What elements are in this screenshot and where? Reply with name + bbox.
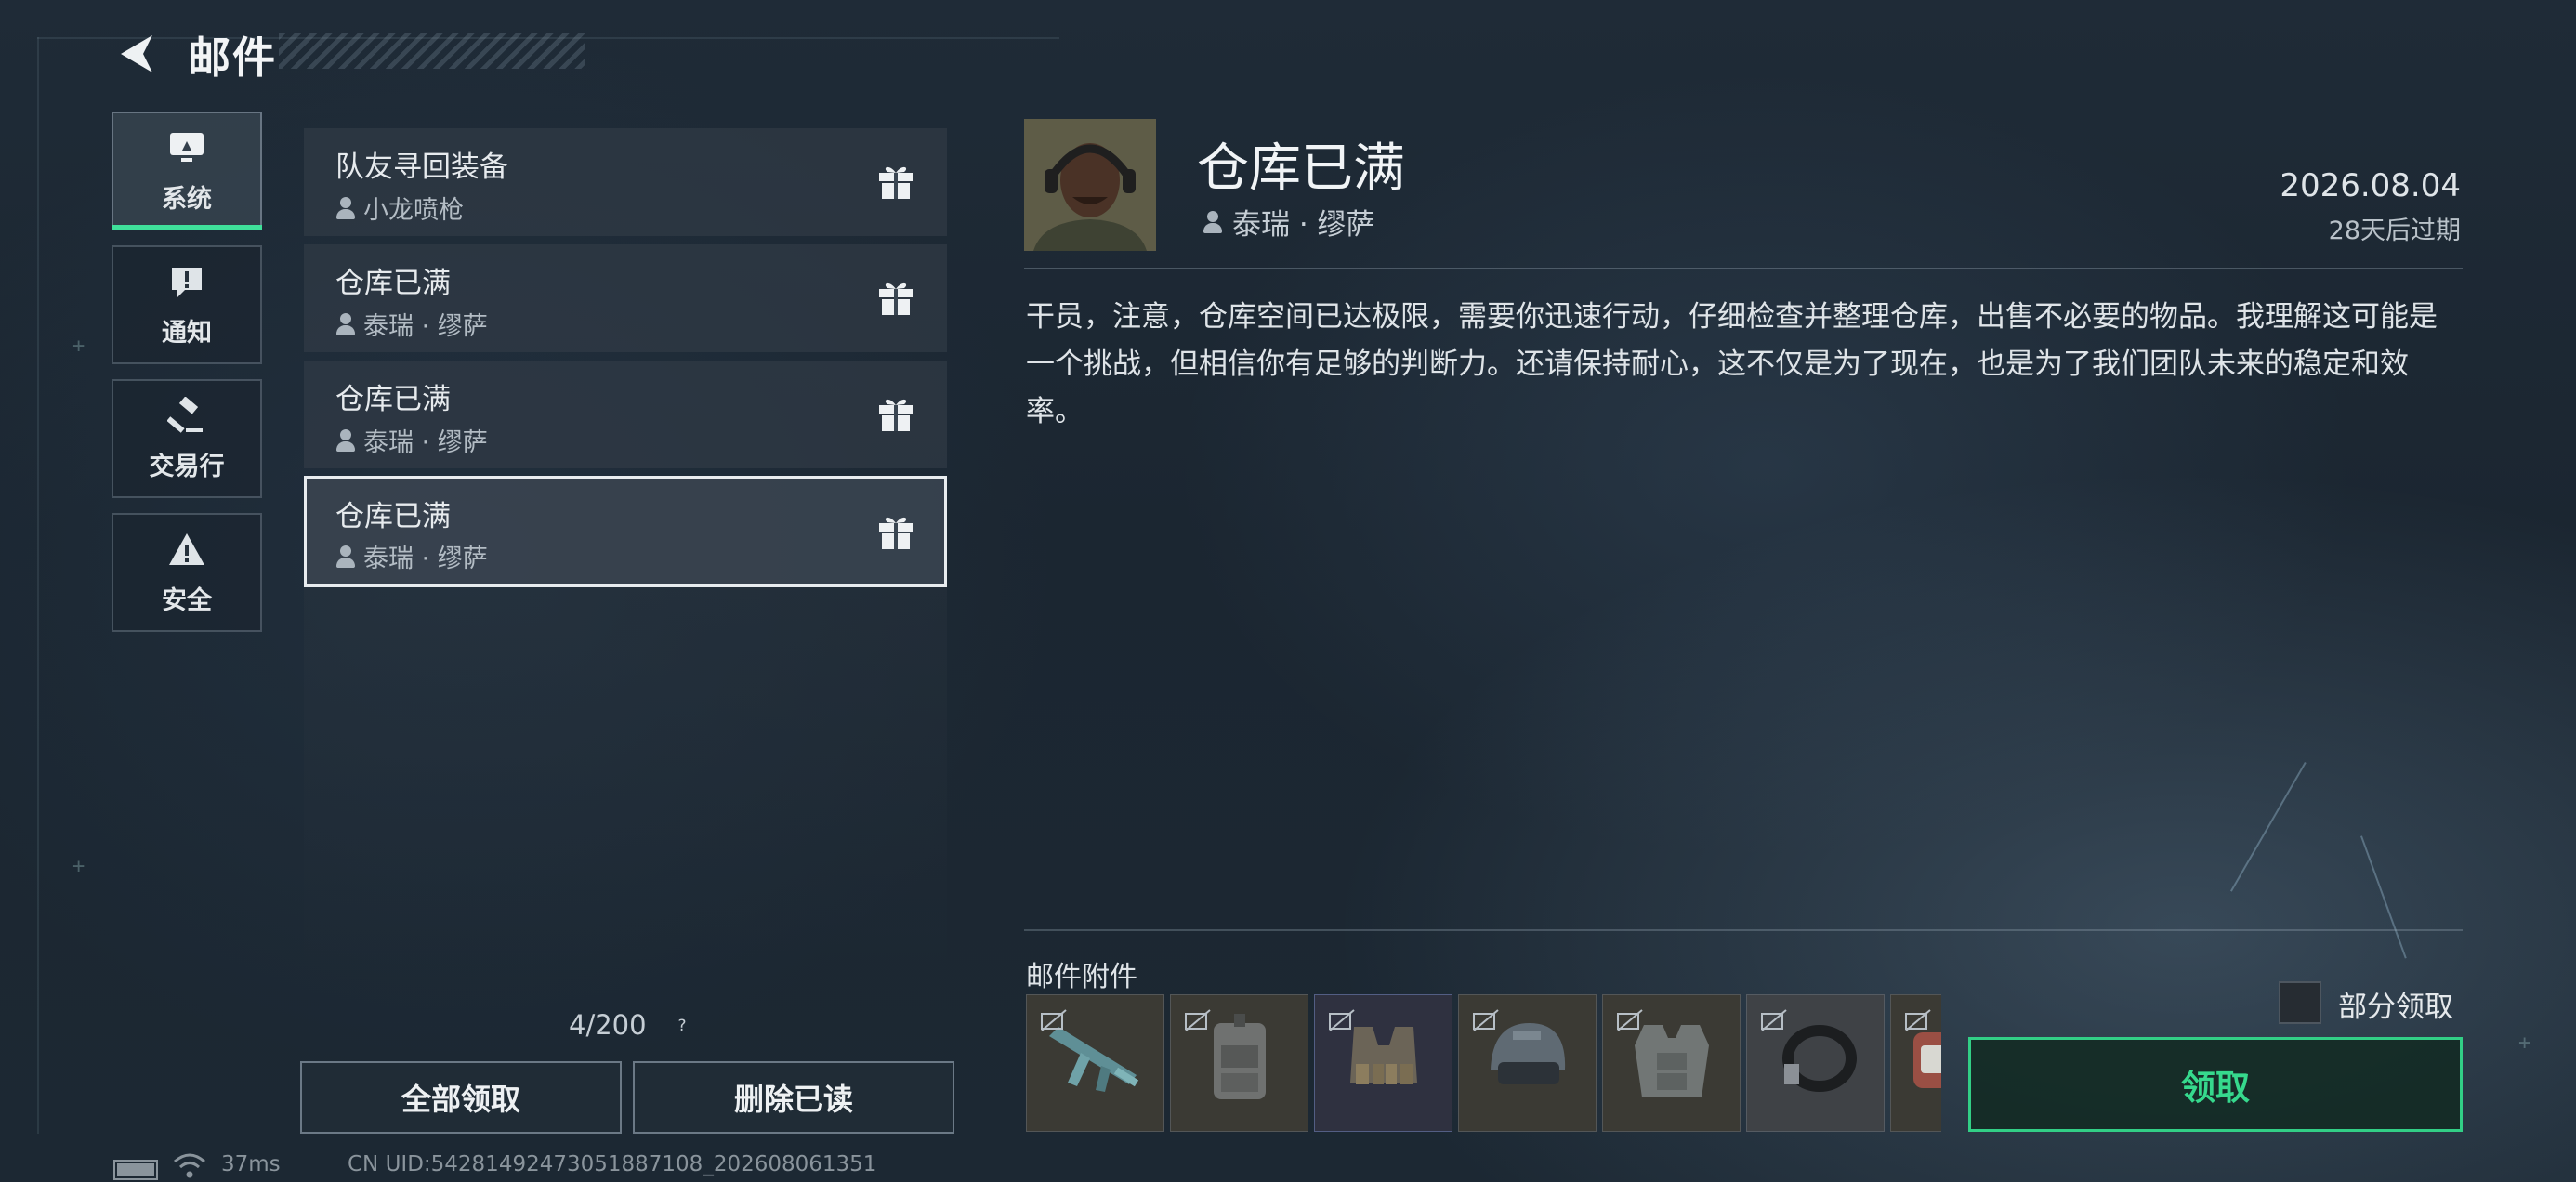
divider — [1024, 268, 2463, 269]
person-icon — [335, 428, 356, 452]
attachments-label: 邮件附件 — [1026, 961, 1137, 993]
back-arrow-icon — [121, 35, 152, 72]
no-trade-icon — [1473, 1009, 1499, 1031]
person-icon — [335, 545, 356, 568]
no-trade-icon — [1041, 1009, 1067, 1031]
title-hatch-decoration — [279, 33, 585, 69]
mail-count: 4/200 — [569, 1009, 647, 1041]
player-uid: CN UID:54281492473051887108_202608061351 — [348, 1152, 877, 1176]
person-icon — [335, 196, 356, 219]
person-icon — [335, 312, 356, 335]
tab-market[interactable]: 交易行 — [112, 379, 262, 498]
attachments-row — [1026, 994, 1941, 1134]
detail-title: 仓库已满 — [1197, 138, 1405, 199]
mail-list-item[interactable]: 队友寻回装备 小龙喷枪 — [304, 128, 947, 236]
tab-label: 安全 — [162, 585, 212, 615]
mail-list-item[interactable]: 仓库已满 泰瑞 · 缪萨 — [304, 361, 947, 468]
gift-icon — [879, 517, 913, 549]
gift-icon — [879, 282, 913, 315]
claim-button[interactable]: 领取 — [1968, 1037, 2463, 1132]
mail-list-empty-area — [304, 587, 947, 968]
attachment-item[interactable] — [1746, 994, 1885, 1132]
attachment-item[interactable] — [1314, 994, 1452, 1132]
detail-sender-name: 泰瑞 · 缪萨 — [1232, 208, 1375, 242]
page-title: 邮件 — [188, 33, 277, 83]
monitor-icon — [166, 128, 207, 169]
delete-read-button[interactable]: 删除已读 — [633, 1061, 954, 1134]
crosshair-decoration: + — [2518, 1031, 2531, 1055]
mail-list-item-selected[interactable]: 仓库已满 泰瑞 · 缪萨 — [304, 476, 947, 587]
help-icon[interactable]: ? — [671, 1015, 693, 1037]
gavel-icon — [166, 396, 207, 437]
no-trade-icon — [1329, 1009, 1355, 1031]
lightning-decoration — [2360, 835, 2407, 959]
tab-security[interactable]: 安全 — [112, 513, 262, 632]
mail-sender-name: 泰瑞 · 缪萨 — [363, 312, 488, 341]
lightning-decoration — [2230, 762, 2307, 892]
tab-notice[interactable]: 通知 — [112, 245, 262, 364]
battery-icon — [113, 1160, 158, 1180]
person-icon — [1203, 210, 1223, 233]
no-trade-icon — [1761, 1009, 1787, 1031]
wifi-icon — [174, 1153, 205, 1178]
attachment-item[interactable] — [1170, 994, 1308, 1132]
mail-sender: 泰瑞 · 缪萨 — [335, 538, 488, 574]
sender-avatar — [1024, 119, 1156, 251]
mail-title: 仓库已满 — [335, 383, 451, 416]
mail-body: 干员，注意，仓库空间已达极限，需要你迅速行动，仔细检查并整理仓库，出售不必要的物… — [1026, 300, 2438, 428]
mail-sender: 泰瑞 · 缪萨 — [335, 306, 488, 342]
attachment-item[interactable] — [1458, 994, 1597, 1132]
mail-title: 仓库已满 — [335, 500, 451, 533]
mail-sender-name: 小龙喷枪 — [363, 196, 464, 225]
detail-sender: 泰瑞 · 缪萨 — [1203, 201, 1375, 243]
mail-sender: 小龙喷枪 — [335, 190, 464, 226]
frame-line-left — [37, 37, 39, 1134]
tab-label: 通知 — [162, 318, 212, 348]
back-button[interactable] — [110, 26, 165, 82]
ping-value: 37ms — [221, 1152, 281, 1176]
partial-claim-checkbox[interactable] — [2279, 981, 2321, 1024]
tab-label: 系统 — [162, 184, 212, 214]
mail-sender-name: 泰瑞 · 缪萨 — [363, 428, 488, 457]
no-trade-icon — [1905, 1009, 1931, 1031]
tab-label: 交易行 — [149, 452, 225, 481]
claim-all-button[interactable]: 全部领取 — [300, 1061, 622, 1134]
mail-list-item[interactable]: 仓库已满 泰瑞 · 缪萨 — [304, 244, 947, 352]
tab-system[interactable]: 系统 — [112, 112, 262, 230]
mail-sender-name: 泰瑞 · 缪萨 — [363, 545, 488, 573]
mail-sender: 泰瑞 · 缪萨 — [335, 422, 488, 458]
mail-title: 队友寻回装备 — [335, 151, 508, 184]
divider — [1024, 929, 2463, 931]
gift-icon — [879, 166, 913, 199]
gift-icon — [879, 399, 913, 431]
attachment-item[interactable] — [1026, 994, 1164, 1132]
attachment-item[interactable] — [1602, 994, 1741, 1132]
attachment-item[interactable] — [1890, 994, 1941, 1132]
partial-claim-label: 部分领取 — [2338, 991, 2453, 1024]
mail-expiry: 28天后过期 — [2328, 217, 2461, 245]
crosshair-decoration: + — [72, 335, 85, 358]
exclamation-icon — [166, 262, 207, 303]
mail-title: 仓库已满 — [335, 267, 451, 300]
mail-date: 2026.08.04 — [2280, 167, 2461, 204]
crosshair-decoration: + — [72, 855, 85, 878]
no-trade-icon — [1617, 1009, 1643, 1031]
no-trade-icon — [1185, 1009, 1211, 1031]
warning-icon — [166, 530, 207, 571]
